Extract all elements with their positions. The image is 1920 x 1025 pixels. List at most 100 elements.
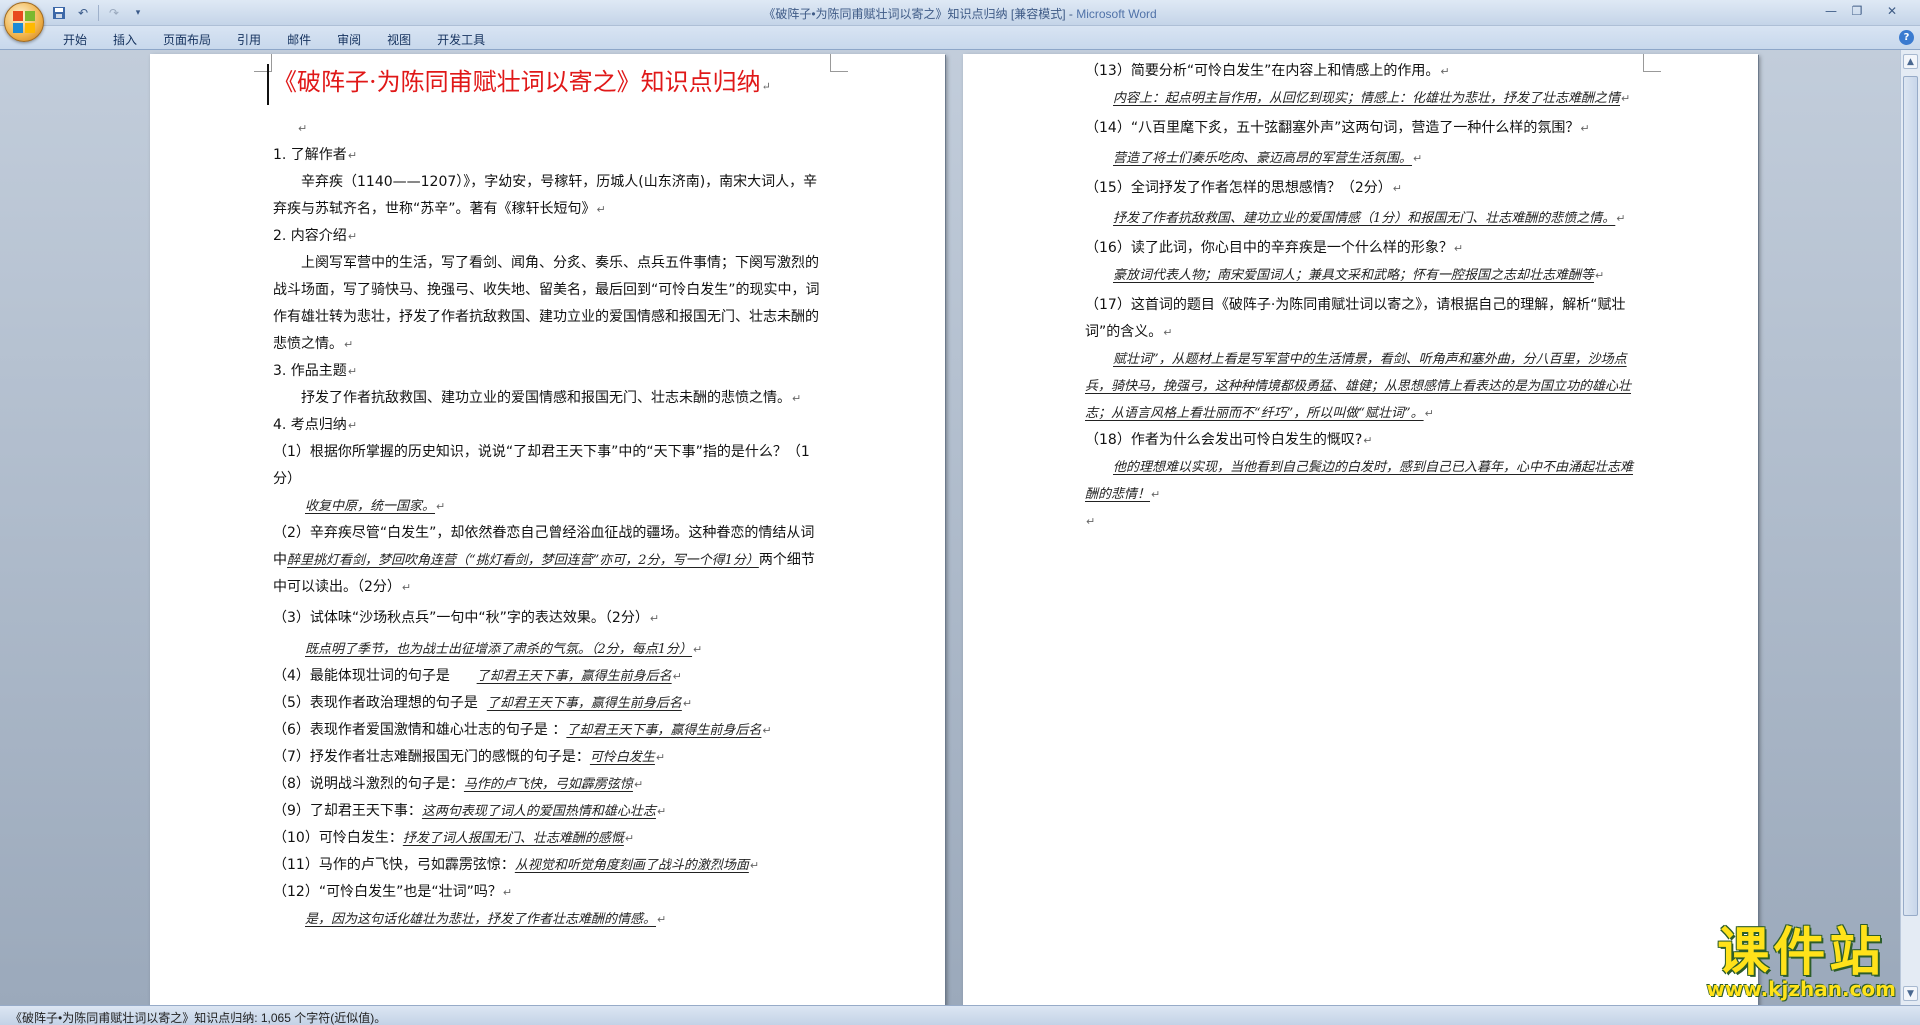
empty-paragraph: ↵ xyxy=(1086,515,1096,528)
answer-15: 抒发了作者抗敌救国、建功立业的爱国情感（1分）和报国无门、壮志难酬的悲愤之情。↵ xyxy=(1113,211,1626,226)
paragraph-mark: ↵ xyxy=(596,203,606,216)
intro-paragraph: 2. 内容介绍↵ xyxy=(273,223,828,250)
paragraph-text: 辛弃疾（1140——1207）》，字幼安，号稼轩，历城人(山东济南)，南宋大词人… xyxy=(273,174,818,217)
crop-mark xyxy=(1643,54,1661,72)
tab-view[interactable]: 视图 xyxy=(374,29,424,50)
document-heading: 《破阵子·为陈同甫赋壮词以寄之》知识点归纳↵ xyxy=(267,64,828,105)
paragraph-mark: ↵ xyxy=(344,338,354,351)
answer-text: 可怜白发生 xyxy=(589,750,655,765)
answer-14: 营造了将士们奏乐吃肉、豪迈高昂的军营生活氛围。↵ xyxy=(1113,151,1423,166)
paragraph-mark: ↵ xyxy=(347,230,358,243)
question-text: （7）抒发作者壮志难酬报国无门的感慨的句子是： xyxy=(273,749,590,765)
question-12: （12）“可怜白发生”也是“壮词”吗？↵ xyxy=(273,884,513,900)
paragraph-text: 上阕写军营中的生活，写了看剑、闻角、分炙、奏乐、点兵五件事情；下阕写激烈的战斗场… xyxy=(273,255,820,352)
paragraph-mark: ↵ xyxy=(792,392,802,405)
question-text: （14）“八百里麾下炙，五十弦翻塞外声”这两句词，营造了一种什么样的氛围？ xyxy=(1085,120,1580,136)
question-13: （13）简要分析“可怜白发生”在内容上和情感上的作用。↵ xyxy=(1085,63,1450,79)
document-page-1[interactable]: 《破阵子·为陈同甫赋壮词以寄之》知识点归纳↵ ↵ 1. 了解作者↵ 辛弃疾（114… xyxy=(150,54,945,1005)
office-button[interactable] xyxy=(4,2,44,42)
tab-references[interactable]: 引用 xyxy=(224,29,274,50)
office-logo-icon xyxy=(13,11,35,33)
paragraph-mark: ↵ xyxy=(347,365,358,378)
answer-text: 抒发了作者抗敌救国、建功立业的爱国情感（1分）和报国无门、壮志难酬的悲愤之情。 xyxy=(1113,211,1616,226)
intro-paragraph: 3. 作品主题↵ xyxy=(273,358,828,385)
question-text: （13）简要分析“可怜白发生”在内容上和情感上的作用。 xyxy=(1085,63,1440,79)
paragraph-text: 1. 了解作者 xyxy=(273,147,347,163)
intro-paragraph: 4. 考点归纳↵ xyxy=(273,412,828,439)
ribbon-tabs: 开始 插入 页面布局 引用 邮件 审阅 视图 开发工具 xyxy=(50,29,498,50)
scroll-down-icon[interactable]: ▼ xyxy=(1903,986,1918,1001)
question-2: （2）辛弃疾尽管“白发生”，却依然眷恋自己曾经浴血征战的疆场。这种眷恋的情结从词… xyxy=(273,525,815,595)
question-5: （5）表现作者政治理想的句子是 了却君王天下事，赢得生前身后名↵ xyxy=(273,695,693,711)
question-text: （15）全词抒发了作者怎样的思想感情？（2分） xyxy=(1085,180,1392,196)
answer-text: 营造了将士们奏乐吃肉、豪迈高昂的军营生活氛围。 xyxy=(1113,151,1413,166)
page-2-content: （13）简要分析“可怜白发生”在内容上和情感上的作用。↵ 内容上：起点明主旨作用… xyxy=(1085,58,1640,535)
question-1: （1）根据你所掌握的历史知识，说说“了却君王天下事”中的“天下事”指的是什么？（… xyxy=(273,439,828,493)
title-bar: ↶ ↷ ▾ 《破阵子•为陈同甫赋壮词以寄之》知识点归纳 [兼容模式] - Mic… xyxy=(0,0,1920,42)
question-10: （10）可怜白发生：抒发了词人报国无门、壮志难酬的感慨↵ xyxy=(273,830,635,846)
page-1-content: 《破阵子·为陈同甫赋壮词以寄之》知识点归纳↵ ↵ 1. 了解作者↵ 辛弃疾（114… xyxy=(267,64,828,933)
question-7: （7）抒发作者壮志难酬报国无门的感慨的句子是：可怜白发生↵ xyxy=(273,749,666,765)
answer-text: 是，因为这句话化雄壮为悲壮，抒发了作者壮志难酬的情感。 xyxy=(305,912,657,927)
answer-text: 既点明了季节，也为战士出征增添了肃杀的气氛。（2分，每点1分） xyxy=(305,642,693,657)
paragraph-text: 抒发了作者抗敌救国、建功立业的爱国情感和报国无门、壮志未酬的悲愤之情。 xyxy=(301,390,791,406)
intro-paragraph: 1. 了解作者↵ xyxy=(273,142,828,169)
tab-home[interactable]: 开始 xyxy=(50,29,100,50)
document-title: 《破阵子•为陈同甫赋壮词以寄之》知识点归纳 [兼容模式] - xyxy=(763,7,1077,21)
answer-text: 从视觉和听觉角度刻画了战斗的激烈场面 xyxy=(514,858,749,873)
minimize-icon[interactable]: — xyxy=(1818,2,1844,20)
status-text: 《破阵子•为陈同甫赋壮词以寄之》知识点归纳: 1,065 个字符(近似值)。 xyxy=(10,1011,387,1025)
window-controls: — ❐ ✕ xyxy=(1818,2,1914,20)
scroll-up-icon[interactable]: ▲ xyxy=(1903,54,1918,69)
question-text: （18）作者为什么会发出可怜白发生的慨叹? xyxy=(1085,432,1363,448)
answer-text: 马作的卢飞快，弓如霹雳弦惊 xyxy=(463,777,633,792)
question-8: （8）说明战斗激烈的句子是：马作的卢飞快，弓如霹雳弦惊↵ xyxy=(273,776,644,792)
question-text: （12）“可怜白发生”也是“壮词”吗？ xyxy=(273,884,502,900)
question-14: （14）“八百里麾下炙，五十弦翻塞外声”这两句词，营造了一种什么样的氛围？↵ xyxy=(1085,120,1590,136)
question-text: （1）根据你所掌握的历史知识，说说“了却君王天下事”中的“天下事”指的是什么？（… xyxy=(273,444,810,487)
answer-text: 了却君王天下事，赢得生前身后名 xyxy=(476,669,672,684)
close-icon[interactable]: ✕ xyxy=(1870,2,1914,20)
answer-17: 赋壮词”，从题材上看是写军营中的生活情景，看剑、听角声和塞外曲，分八百里，沙场点… xyxy=(1085,352,1632,421)
answer-text: 收复中原，统一国家。 xyxy=(305,499,436,514)
watermark-logo: 课件站 www.kjzhan.com xyxy=(1706,925,1896,1001)
answer-text: 他的理想难以实现，当他看到自己鬓边的白发时，感到自己已入暮年，心中不由涌起壮志难… xyxy=(1085,460,1634,502)
paragraph-text: 4. 考点归纳 xyxy=(273,417,347,433)
document-page-2[interactable]: （13）简要分析“可怜白发生”在内容上和情感上的作用。↵ 内容上：起点明主旨作用… xyxy=(963,54,1758,1005)
intro-paragraph: 辛弃疾（1140——1207）》，字幼安，号稼轩，历城人(山东济南)，南宋大词人… xyxy=(273,169,828,223)
intro-section: 1. 了解作者↵ 辛弃疾（1140——1207）》，字幼安，号稼轩，历城人(山东济… xyxy=(273,142,828,439)
tab-developer[interactable]: 开发工具 xyxy=(424,29,498,50)
scrollbar-thumb[interactable] xyxy=(1903,76,1918,916)
question-3: （3）试体味“沙场秋点兵”一句中“秋”字的表达效果。（2分）↵ xyxy=(273,610,660,626)
intro-paragraph: 抒发了作者抗敌救国、建功立业的爱国情感和报国无门、壮志未酬的悲愤之情。↵ xyxy=(273,385,828,412)
answer-text: 抒发了词人报国无门、壮志难酬的感慨 xyxy=(402,831,624,846)
question-text: （10）可怜白发生： xyxy=(273,830,403,846)
question-11: （11）马作的卢飞快，弓如霹雳弦惊：从视觉和听觉角度刻画了战斗的激烈场面↵ xyxy=(273,857,760,873)
watermark-url: www.kjzhan.com xyxy=(1706,977,1896,1001)
tab-review[interactable]: 审阅 xyxy=(324,29,374,50)
help-icon[interactable]: ? xyxy=(1899,30,1914,45)
tab-mailings[interactable]: 邮件 xyxy=(274,29,324,50)
restore-icon[interactable]: ❐ xyxy=(1844,2,1870,20)
answer-1: 收复中原，统一国家。↵ xyxy=(305,499,446,514)
paragraph-mark: ↵ xyxy=(347,419,358,432)
question-text: （9）了却君王天下事： xyxy=(273,803,422,819)
paragraph-mark: ↵ xyxy=(761,80,771,93)
question-9: （9）了却君王天下事：这两句表现了词人的爱国热情和雄心壮志↵ xyxy=(273,803,667,819)
answer-13: 内容上：起点明主旨作用，从回忆到现实；情感上：化雄壮为悲壮，抒发了壮志难酬之情↵ xyxy=(1113,91,1631,106)
tab-page-layout[interactable]: 页面布局 xyxy=(150,29,224,50)
empty-paragraph: ↵ xyxy=(298,122,308,135)
question-text: （4）最能体现壮词的句子是 xyxy=(273,668,450,684)
answer-16: 豪放词代表人物；南宋爱国词人；兼具文采和武略；怀有一腔报国之志却壮志难酬等↵ xyxy=(1113,268,1605,283)
question-6: （6）表现作者爱国激情和雄心壮志的句子是 ：了却君王天下事，赢得生前身后名↵ xyxy=(273,722,772,738)
heading-text: 《破阵子·为陈同甫赋壮词以寄之》知识点归纳 xyxy=(273,68,761,96)
question-16: （16）读了此词，你心目中的辛弃疾是一个什么样的形象？↵ xyxy=(1085,240,1464,256)
question-15: （15）全词抒发了作者怎样的思想感情？（2分）↵ xyxy=(1085,180,1402,196)
question-text: （3）试体味“沙场秋点兵”一句中“秋”字的表达效果。（2分） xyxy=(273,610,649,626)
vertical-scrollbar[interactable]: ▲ ▼ xyxy=(1900,50,1920,1005)
answer-text: 了却君王天下事，赢得生前身后名 xyxy=(486,696,682,711)
tab-insert[interactable]: 插入 xyxy=(100,29,150,50)
question-text: （11）马作的卢飞快，弓如霹雳弦惊： xyxy=(273,857,515,873)
answer-text: 这两句表现了词人的爱国热情和雄心壮志 xyxy=(421,804,656,819)
answer-text: 赋壮词”，从题材上看是写军营中的生活情景，看剑、听角声和塞外曲，分八百里，沙场点… xyxy=(1085,352,1632,421)
